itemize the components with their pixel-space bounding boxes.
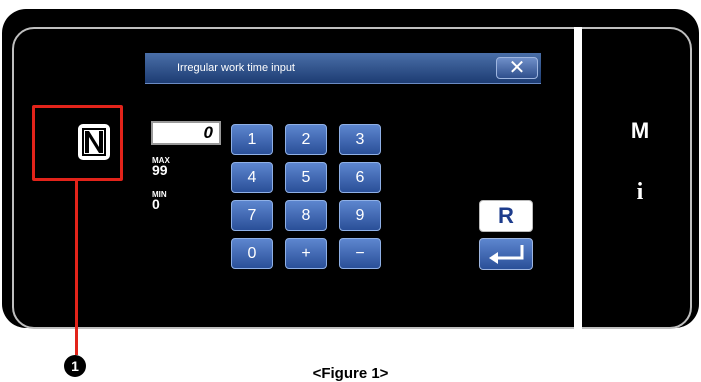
nfc-highlight-box: [32, 105, 123, 181]
key-1[interactable]: 1: [231, 124, 273, 155]
value-input-display[interactable]: 0: [151, 121, 221, 145]
key-6[interactable]: 6: [339, 162, 381, 193]
enter-button[interactable]: [479, 238, 533, 270]
nfc-icon: [78, 124, 110, 160]
mode-button[interactable]: M: [580, 118, 700, 144]
dialog-titlebar: Irregular work time input ✕: [145, 53, 541, 84]
info-button[interactable]: i: [580, 179, 700, 206]
callout-leader-line: [75, 181, 78, 355]
key-5[interactable]: 5: [285, 162, 327, 193]
lcd-screen: Irregular work time input ✕ 0 MAX 99 MIN…: [145, 53, 541, 277]
dialog-title: Irregular work time input: [177, 62, 295, 74]
plus-key[interactable]: +: [285, 238, 327, 269]
minus-key[interactable]: −: [339, 238, 381, 269]
reset-button[interactable]: R: [479, 200, 533, 232]
close-button[interactable]: ✕: [496, 57, 538, 79]
max-value: 99: [152, 162, 168, 178]
enter-arrow-icon: [489, 245, 524, 264]
panel-divider: [574, 27, 582, 329]
min-limit: MIN 0: [152, 191, 167, 212]
key-0[interactable]: 0: [231, 238, 273, 269]
figure-caption: <Figure 1>: [312, 365, 389, 382]
min-value: 0: [152, 196, 160, 212]
key-9[interactable]: 9: [339, 200, 381, 231]
key-7[interactable]: 7: [231, 200, 273, 231]
key-3[interactable]: 3: [339, 124, 381, 155]
key-8[interactable]: 8: [285, 200, 327, 231]
key-2[interactable]: 2: [285, 124, 327, 155]
max-limit: MAX 99: [152, 157, 170, 178]
key-4[interactable]: 4: [231, 162, 273, 193]
